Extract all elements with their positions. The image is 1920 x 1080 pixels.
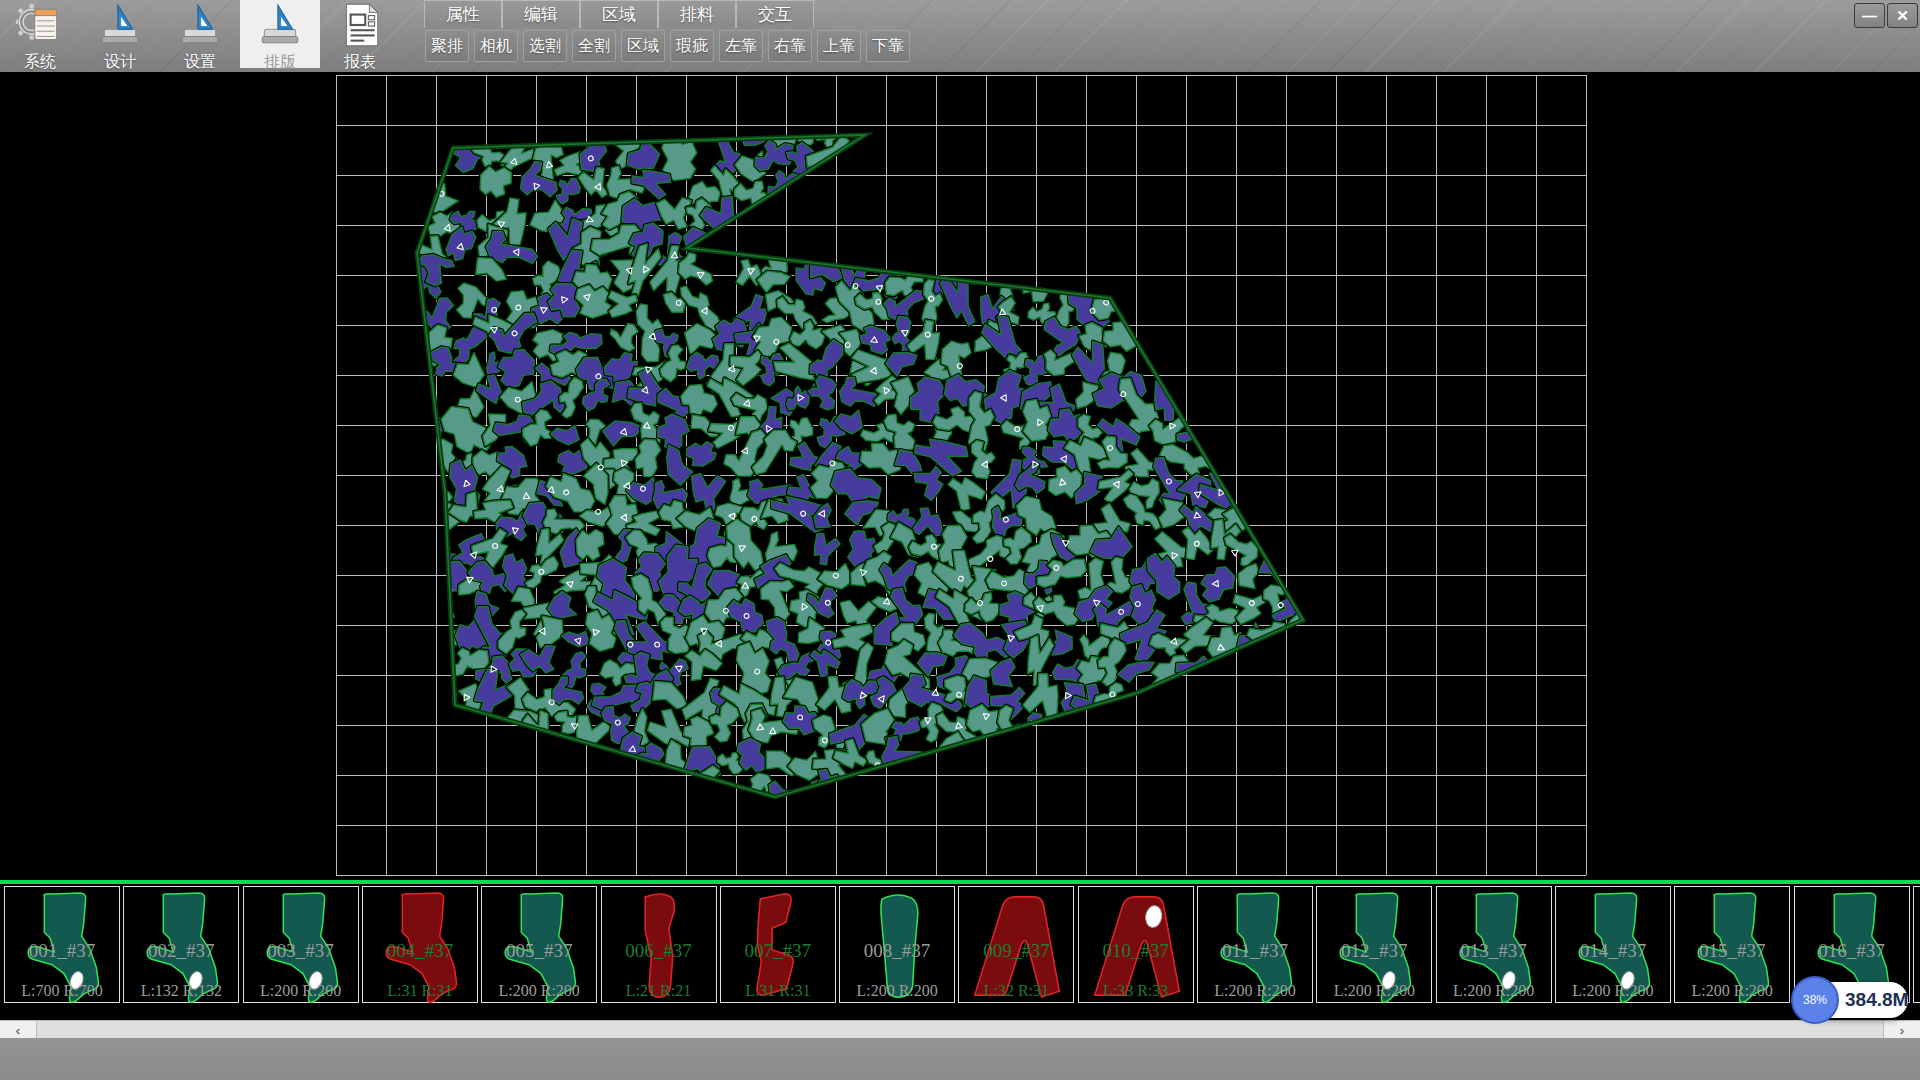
piece-lr-count: L:200 R:200 — [1437, 982, 1551, 1000]
piece-thumbnail-012_#37[interactable]: 012_#37 L:200 R:200 — [1316, 886, 1432, 1003]
toolbar-button-4[interactable]: 排版 — [240, 0, 320, 68]
piece-lr-count: L:31 R:31 — [721, 982, 835, 1000]
piece-thumbnail-009_#37[interactable]: 009_#37 L:32 R:31 — [958, 886, 1074, 1003]
set-square-icon — [176, 2, 224, 52]
tool-buttons: 聚排相机选割全割区域瑕疵左靠右靠上靠下靠 — [425, 30, 910, 62]
piece-id: 013_#37 — [1437, 940, 1551, 962]
piece-id: 012_#37 — [1317, 940, 1431, 962]
piece-thumbnail-014_#37[interactable]: 014_#37 L:200 R:200 — [1555, 886, 1671, 1003]
piece-lr-count: L:200 R:200 — [244, 982, 358, 1000]
tab-2[interactable]: 编辑 — [502, 0, 580, 28]
tool-button-1[interactable]: 聚排 — [425, 30, 469, 62]
close-button[interactable]: ✕ — [1887, 3, 1918, 28]
piece-id: 004_#37 — [363, 940, 477, 962]
piece-lr-count: L:31 R:31 — [363, 982, 477, 1000]
tool-button-4[interactable]: 全割 — [572, 30, 616, 62]
memory-badge: 38% 384.8M — [1794, 982, 1908, 1018]
tool-button-5[interactable]: 区域 — [621, 30, 665, 62]
tab-4[interactable]: 排料 — [658, 0, 736, 28]
piece-id: 017_#37 — [1914, 940, 1920, 962]
piece-thumbnail-007_#37[interactable]: 007_#37 L:31 R:31 — [720, 886, 836, 1003]
piece-lr-count: L:200 R:200 — [482, 982, 596, 1000]
tab-5[interactable]: 交互 — [736, 0, 814, 28]
piece-lr-count: L:700 R:700 — [5, 982, 119, 1000]
nesting-viewport[interactable] — [0, 72, 1920, 880]
tool-button-3[interactable]: 选割 — [523, 30, 567, 62]
piece-thumbnail-011_#37[interactable]: 011_#37 L:200 R:200 — [1197, 886, 1313, 1003]
gear-doc-icon — [16, 2, 64, 52]
piece-lr-count: L:200 R:200 — [1914, 982, 1920, 1000]
piece-id: 001_#37 — [5, 940, 119, 962]
toolbar-button-label: 排版 — [264, 52, 296, 73]
piece-lr-count: L:32 R:31 — [959, 982, 1073, 1000]
piece-thumbnail-008_#37[interactable]: 008_#37 L:200 R:200 — [839, 886, 955, 1003]
piece-id: 007_#37 — [721, 940, 835, 962]
toolbar-button-label: 设置 — [184, 52, 216, 73]
piece-lr-count: L:200 R:200 — [1675, 982, 1789, 1000]
tool-button-7[interactable]: 左靠 — [719, 30, 763, 62]
piece-id: 015_#37 — [1675, 940, 1789, 962]
piece-thumbnail-013_#37[interactable]: 013_#37 L:200 R:200 — [1436, 886, 1552, 1003]
piece-thumbnail-002_#37[interactable]: 002_#37 L:132 R:132 — [123, 886, 239, 1003]
tool-button-9[interactable]: 上靠 — [817, 30, 861, 62]
tab-3[interactable]: 区域 — [580, 0, 658, 28]
toolbar-button-label: 报表 — [344, 52, 376, 73]
piece-lr-count: L:200 R:200 — [840, 982, 954, 1000]
toolbar-button-5[interactable]: 报表 — [320, 0, 400, 68]
piece-lr-count: L:200 R:200 — [1556, 982, 1670, 1000]
pieces-strip: 001_#37 L:700 R:700 002_#37 L:132 R:132 … — [0, 884, 1920, 1006]
scroll-right-arrow[interactable]: › — [1883, 1021, 1920, 1039]
toolbar-button-label: 系统 — [24, 52, 56, 73]
tool-button-2[interactable]: 相机 — [474, 30, 518, 62]
memory-value: 384.8M — [1845, 989, 1908, 1011]
piece-thumbnail-017_#37[interactable]: 017_#37 L:200 R:200 — [1913, 886, 1920, 1003]
piece-lr-count: L:132 R:132 — [124, 982, 238, 1000]
piece-id: 011_#37 — [1198, 940, 1312, 962]
scroll-left-arrow[interactable]: ‹ — [0, 1021, 37, 1039]
toolbar-button-label: 设计 — [104, 52, 136, 73]
toolbar-button-1[interactable]: 系统 — [0, 0, 80, 68]
piece-lr-count: L:200 R:200 — [1198, 982, 1312, 1000]
piece-thumbnail-006_#37[interactable]: 006_#37 L:21 R:21 — [601, 886, 717, 1003]
application-window: 系统设计设置排版报表 属性编辑区域排料交互 聚排相机选割全割区域瑕疵左靠右靠上靠… — [0, 0, 1920, 1080]
piece-id: 016_#37 — [1795, 940, 1909, 962]
piece-thumbnail-001_#37[interactable]: 001_#37 L:700 R:700 — [4, 886, 120, 1003]
piece-thumbnail-004_#37[interactable]: 004_#37 L:31 R:31 — [362, 886, 478, 1003]
toolbar-button-3[interactable]: 设置 — [160, 0, 240, 68]
piece-thumbnail-005_#37[interactable]: 005_#37 L:200 R:200 — [481, 886, 597, 1003]
window-controls: — ✕ — [1854, 3, 1918, 28]
tab-1[interactable]: 属性 — [424, 0, 502, 28]
piece-lr-count: L:33 R:33 — [1079, 982, 1193, 1000]
report-doc-icon — [336, 2, 384, 52]
tool-button-8[interactable]: 右靠 — [768, 30, 812, 62]
piece-id: 005_#37 — [482, 940, 596, 962]
piece-lr-count: L:200 R:200 — [1317, 982, 1431, 1000]
piece-id: 010_#37 — [1079, 940, 1193, 962]
toolbar-button-2[interactable]: 设计 — [80, 0, 160, 68]
minimize-button[interactable]: — — [1854, 3, 1885, 28]
piece-lr-count: L:21 R:21 — [602, 982, 716, 1000]
piece-id: 008_#37 — [840, 940, 954, 962]
piece-id: 002_#37 — [124, 940, 238, 962]
set-square-icon — [256, 2, 304, 52]
set-square-icon — [96, 2, 144, 52]
piece-thumbnail-003_#37[interactable]: 003_#37 L:200 R:200 — [243, 886, 359, 1003]
main-toolbar: 系统设计设置排版报表 — [0, 0, 400, 68]
status-bar — [0, 1038, 1920, 1080]
piece-thumbnail-015_#37[interactable]: 015_#37 L:200 R:200 — [1674, 886, 1790, 1003]
piece-id: 006_#37 — [602, 940, 716, 962]
tool-button-6[interactable]: 瑕疵 — [670, 30, 714, 62]
menu-tabs: 属性编辑区域排料交互 — [424, 0, 814, 28]
progress-circle: 38% — [1791, 976, 1839, 1024]
tool-button-10[interactable]: 下靠 — [866, 30, 910, 62]
piece-id: 014_#37 — [1556, 940, 1670, 962]
piece-id: 003_#37 — [244, 940, 358, 962]
piece-id: 009_#37 — [959, 940, 1073, 962]
horizontal-scrollbar[interactable]: ‹ › — [0, 1020, 1920, 1038]
piece-thumbnail-010_#37[interactable]: 010_#37 L:33 R:33 — [1078, 886, 1194, 1003]
